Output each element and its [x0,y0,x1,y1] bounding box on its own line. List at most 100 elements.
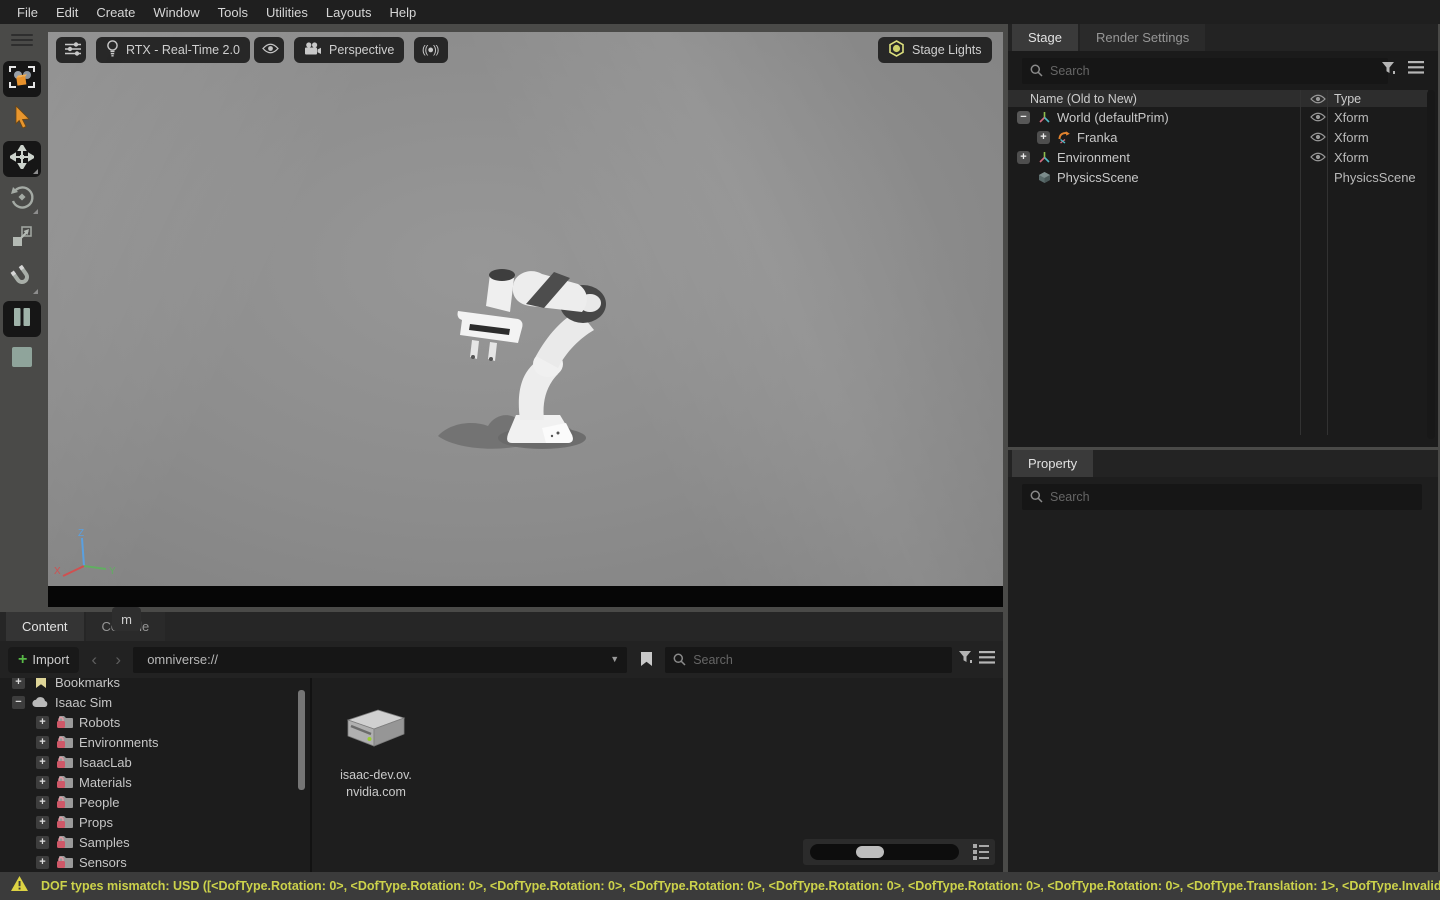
expand-icon[interactable]: + [36,756,49,769]
visibility-toggle[interactable] [1305,112,1331,122]
collapse-icon[interactable]: − [1017,111,1030,124]
stage-row-physicsscene[interactable]: PhysicsScene PhysicsScene [1008,167,1428,187]
locked-folder-icon [55,735,74,749]
content-tree-scrollbar[interactable] [298,690,305,790]
expand-icon[interactable]: + [1017,151,1030,164]
visibility-toggle[interactable] [1305,152,1331,162]
stop-icon [11,346,33,373]
timeline-bar[interactable] [48,586,1003,607]
tree-item-sensors[interactable]: + Sensors [0,852,310,872]
stage-row-environment[interactable]: + Environment Xform [1008,147,1428,167]
render-settings-button[interactable] [56,37,86,63]
expand-icon[interactable]: + [36,716,49,729]
status-message: DOF types mismatch: USD ([<DofType.Rotat… [41,879,1440,893]
toolbar-grip-handle[interactable] [11,31,33,49]
path-input[interactable] [133,647,627,673]
hamburger-menu-icon[interactable] [979,651,995,669]
expand-icon[interactable]: + [36,856,49,869]
tab-content[interactable]: Content [6,612,84,641]
content-toolbar: + Import ‹ › ▼ [0,641,1003,678]
expand-icon[interactable]: + [36,776,49,789]
expand-icon[interactable]: + [12,678,25,689]
menu-create[interactable]: Create [87,5,144,20]
selection-mode-button[interactable] [3,61,41,97]
tool-options-corner [33,169,38,174]
menu-utilities[interactable]: Utilities [257,5,317,20]
tool-options-corner [33,209,38,214]
tab-property[interactable]: Property [1012,450,1093,477]
rotate-tool-button[interactable] [3,181,41,217]
forward-button[interactable]: › [109,650,127,670]
stage-row-franka[interactable]: + Franka Xform [1008,127,1428,147]
tree-item-props[interactable]: + Props [0,812,310,832]
tree-item-robots[interactable]: + Robots [0,712,310,732]
column-type-header[interactable]: Type [1334,92,1361,106]
menu-window[interactable]: Window [144,5,208,20]
tree-item-people[interactable]: + People [0,792,310,812]
view-mode-toggle-icon[interactable] [972,843,990,865]
property-search-input[interactable] [1022,484,1422,510]
selection-mode-icon [9,66,35,93]
pause-button[interactable] [3,301,41,337]
menu-edit[interactable]: Edit [47,5,87,20]
menu-tools[interactable]: Tools [209,5,257,20]
back-button[interactable]: ‹ [85,650,103,670]
filter-icon[interactable] [958,650,973,669]
expand-icon[interactable]: + [36,796,49,809]
locked-folder-icon [55,775,74,789]
visibility-toggle[interactable] [1305,132,1331,142]
viewport-canvas[interactable]: RTX - Real-Time 2.0 Perspective ((●) [48,32,1003,586]
tree-item-samples[interactable]: + Samples [0,832,310,852]
stop-button[interactable] [3,341,41,377]
thumbnail-size-slider[interactable] [810,844,959,860]
stage-scrollbar[interactable] [1427,90,1435,439]
search-icon [1030,64,1043,82]
content-search-input[interactable] [665,647,952,673]
import-button[interactable]: + Import [8,647,79,673]
select-tool-button[interactable] [3,101,41,137]
expand-icon[interactable]: + [36,836,49,849]
content-tabbar: Content Console [0,612,1003,641]
content-search-field[interactable] [665,647,952,673]
hamburger-menu-icon[interactable] [1408,61,1424,80]
slider-handle[interactable] [856,846,884,858]
stage-light-hexagon-icon [888,40,905,60]
tab-render-settings[interactable]: Render Settings [1080,24,1205,51]
tool-options-corner [33,289,38,294]
snap-tool-button[interactable] [3,261,41,297]
search-icon [1030,490,1043,508]
move-tool-button[interactable] [3,141,41,177]
stage-row-world[interactable]: − World (defaultPrim) Xform [1008,107,1428,127]
stage-lights-button[interactable]: Stage Lights [878,37,992,63]
menu-file[interactable]: File [8,5,47,20]
stage-lights-label: Stage Lights [912,43,982,57]
camera-selector-button[interactable]: Perspective [294,37,404,63]
server-drive-icon [342,704,410,752]
expand-icon[interactable]: + [1037,131,1050,144]
xform-axis-icon [1035,151,1053,164]
bookmark-button[interactable] [633,647,659,673]
menu-layouts[interactable]: Layouts [317,5,381,20]
expand-icon[interactable]: + [36,816,49,829]
collapse-icon[interactable]: − [12,696,25,709]
scale-tool-button[interactable] [3,221,41,257]
axis-gizmo[interactable]: Z X Y [54,528,124,586]
tree-item-environments[interactable]: + Environments [0,732,310,752]
tree-item-bookmarks[interactable]: + Bookmarks [0,678,310,692]
tree-item-materials[interactable]: + Materials [0,772,310,792]
path-field[interactable]: ▼ [133,647,627,673]
visibility-options-button[interactable] [254,37,284,63]
expand-icon[interactable]: + [36,736,49,749]
prim-type: Xform [1334,150,1369,165]
column-name-header[interactable]: Name (Old to New) [1008,92,1137,106]
tab-stage[interactable]: Stage [1012,24,1078,51]
menu-help[interactable]: Help [380,5,425,20]
tree-item-isaaclab[interactable]: + IsaacLab [0,752,310,772]
file-item-server[interactable]: isaac-dev.ov. nvidia.com [324,704,428,801]
filter-icon[interactable] [1381,61,1396,80]
stage-search-input[interactable] [1022,58,1388,84]
chevron-down-icon[interactable]: ▼ [610,654,619,664]
tree-item-isaac-sim[interactable]: − Isaac Sim [0,692,310,712]
audio-button[interactable]: ((●)) [414,37,448,63]
renderer-selector-button[interactable]: RTX - Real-Time 2.0 [96,37,250,63]
